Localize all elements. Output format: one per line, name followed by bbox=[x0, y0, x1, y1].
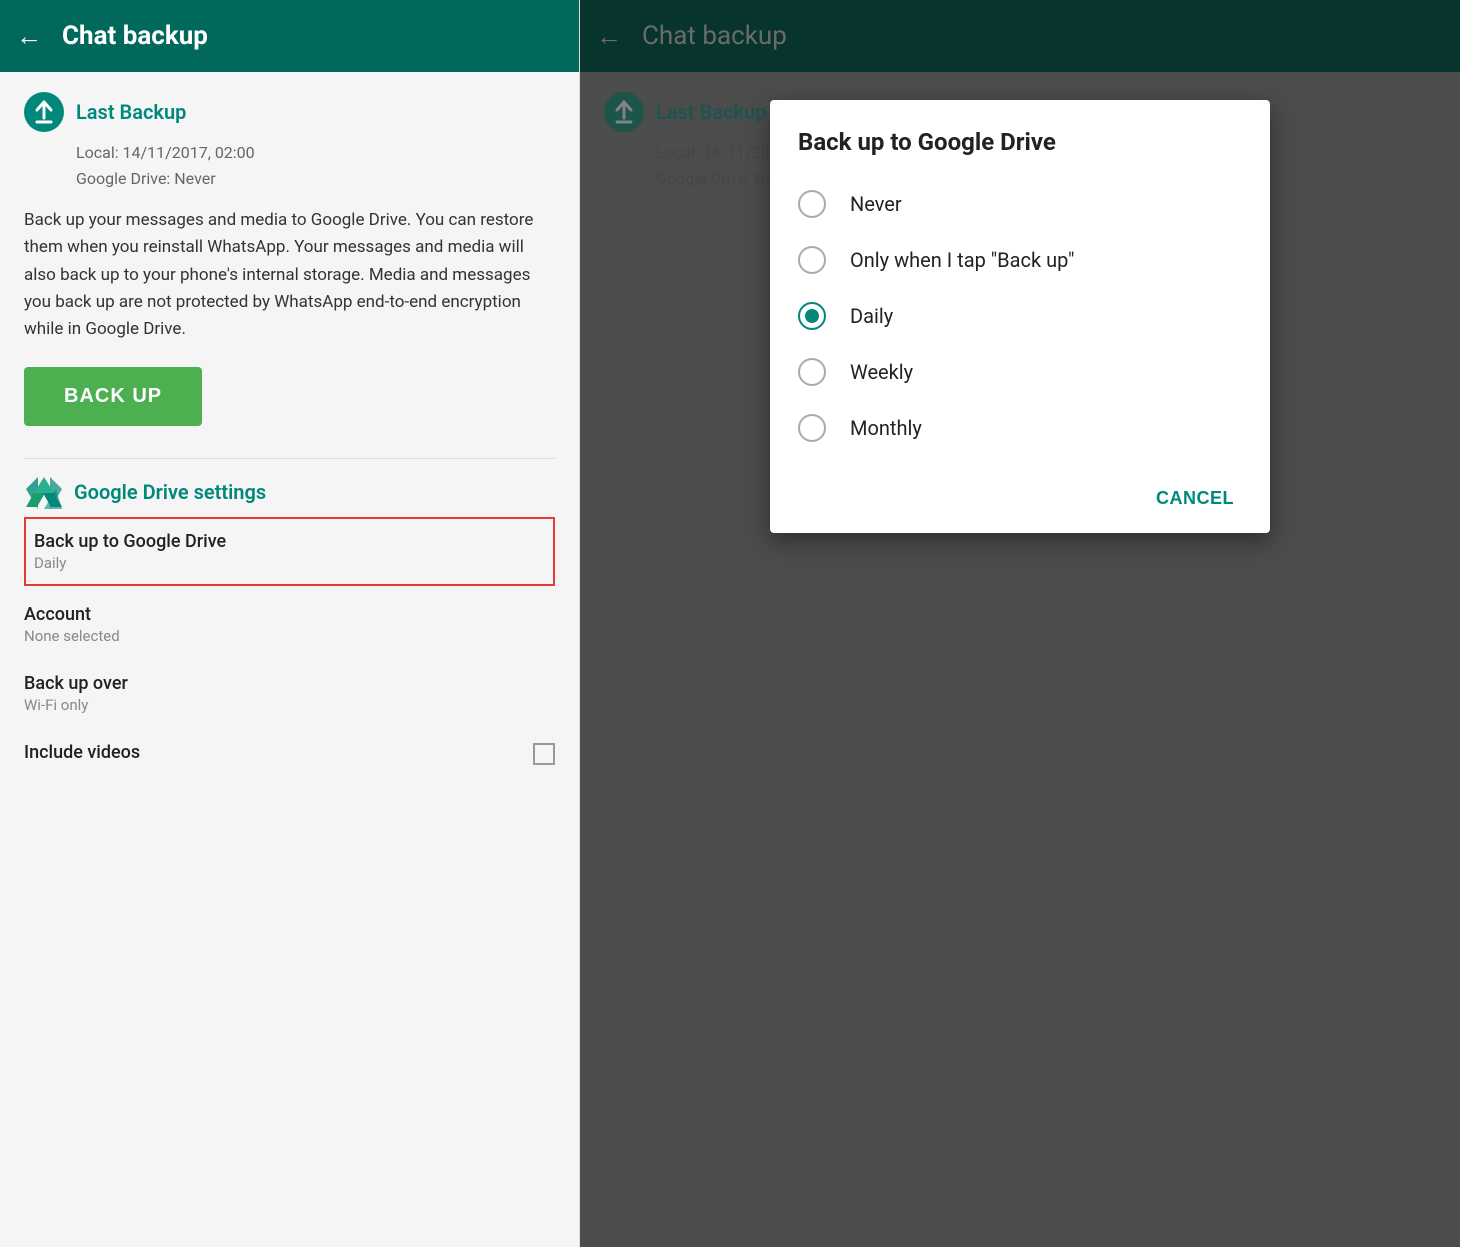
cancel-button[interactable]: CANCEL bbox=[1144, 480, 1246, 517]
radio-circle-never bbox=[798, 190, 826, 218]
google-drive-backup-text: Google Drive: Never bbox=[76, 166, 555, 192]
right-panel: ← Chat backup Last Backup Local: 14/11/2… bbox=[580, 0, 1460, 1247]
backup-to-drive-subtitle: Daily bbox=[34, 554, 545, 572]
upload-cloud-icon bbox=[24, 92, 64, 132]
radio-circle-only-when bbox=[798, 246, 826, 274]
local-backup-text: Local: 14/11/2017, 02:00 bbox=[76, 140, 555, 166]
radio-label-monthly: Monthly bbox=[850, 416, 922, 440]
last-backup-section-header: Last Backup bbox=[24, 92, 555, 132]
google-drive-settings: Google Drive settings Back up to Google … bbox=[24, 475, 555, 779]
backup-description: Back up your messages and media to Googl… bbox=[24, 207, 555, 343]
google-drive-section-header: Google Drive settings bbox=[24, 475, 555, 509]
google-drive-icon bbox=[24, 475, 62, 509]
radio-label-daily: Daily bbox=[850, 304, 893, 328]
dialog-overlay: Back up to Google Drive Never Only when … bbox=[580, 0, 1460, 1247]
left-panel: ← Chat backup Last Backup Local: 14/11/2… bbox=[0, 0, 580, 1247]
backup-over-title: Back up over bbox=[24, 673, 555, 694]
include-videos-title: Include videos bbox=[24, 742, 140, 763]
backup-meta: Local: 14/11/2017, 02:00 Google Drive: N… bbox=[76, 140, 555, 191]
left-back-arrow[interactable]: ← bbox=[16, 21, 42, 52]
radio-option-weekly[interactable]: Weekly bbox=[770, 344, 1270, 400]
radio-option-never[interactable]: Never bbox=[770, 176, 1270, 232]
last-backup-title: Last Backup bbox=[76, 100, 186, 124]
include-videos-checkbox[interactable] bbox=[533, 743, 555, 765]
account-item[interactable]: Account None selected bbox=[24, 590, 555, 659]
backup-to-drive-dialog: Back up to Google Drive Never Only when … bbox=[770, 100, 1270, 533]
backup-button[interactable]: BACK UP bbox=[24, 367, 202, 426]
dialog-title: Back up to Google Drive bbox=[770, 128, 1270, 176]
radio-circle-weekly bbox=[798, 358, 826, 386]
backup-over-item[interactable]: Back up over Wi-Fi only bbox=[24, 659, 555, 728]
backup-to-drive-item[interactable]: Back up to Google Drive Daily bbox=[24, 517, 555, 586]
backup-to-drive-title: Back up to Google Drive bbox=[34, 531, 545, 552]
divider bbox=[24, 458, 555, 459]
include-videos-row[interactable]: Include videos bbox=[24, 728, 555, 779]
dialog-footer: CANCEL bbox=[770, 464, 1270, 533]
left-content: Last Backup Local: 14/11/2017, 02:00 Goo… bbox=[0, 72, 579, 1247]
radio-label-only-when: Only when I tap "Back up" bbox=[850, 248, 1074, 272]
account-subtitle: None selected bbox=[24, 627, 555, 645]
radio-circle-daily bbox=[798, 302, 826, 330]
account-title: Account bbox=[24, 604, 555, 625]
radio-inner-daily bbox=[805, 309, 819, 323]
radio-option-daily[interactable]: Daily bbox=[770, 288, 1270, 344]
left-header: ← Chat backup bbox=[0, 0, 579, 72]
radio-circle-monthly bbox=[798, 414, 826, 442]
backup-over-subtitle: Wi-Fi only bbox=[24, 696, 555, 714]
google-drive-settings-title: Google Drive settings bbox=[74, 480, 266, 504]
radio-label-never: Never bbox=[850, 192, 902, 216]
radio-option-only-when[interactable]: Only when I tap "Back up" bbox=[770, 232, 1270, 288]
left-header-title: Chat backup bbox=[62, 21, 208, 51]
radio-label-weekly: Weekly bbox=[850, 360, 913, 384]
radio-option-monthly[interactable]: Monthly bbox=[770, 400, 1270, 456]
